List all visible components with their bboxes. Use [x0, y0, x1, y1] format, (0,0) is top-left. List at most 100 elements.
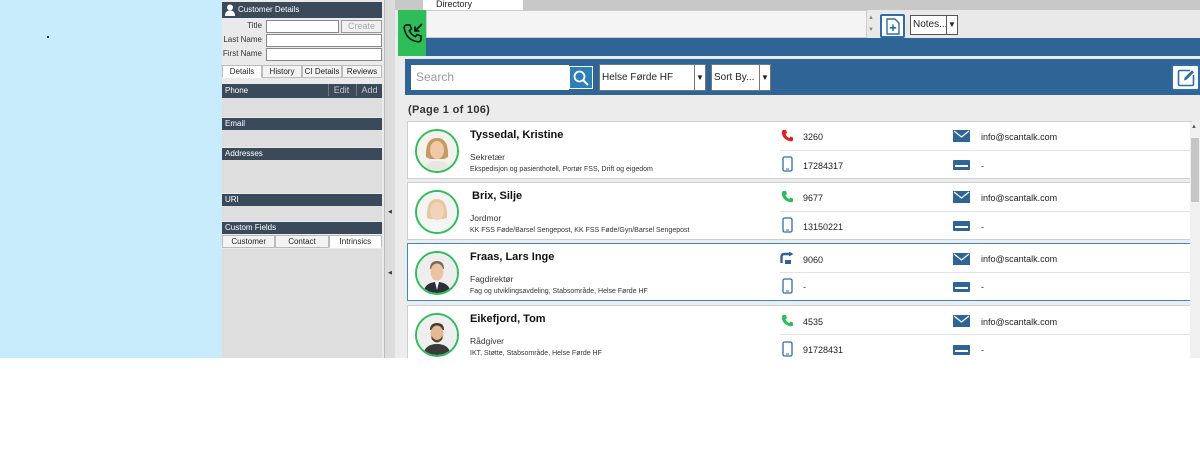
contacts-scrollbar[interactable]: ▲	[1190, 122, 1200, 358]
extension-number[interactable]: 3260	[803, 132, 823, 142]
panel-splitter[interactable]: ◀ ◀	[384, 0, 395, 358]
contact-name: Brix, Silje	[472, 190, 523, 202]
desktop-background	[0, 0, 222, 358]
scroll-up-icon[interactable]: ▲	[1191, 124, 1197, 130]
contact-title: Fagdirektør	[470, 274, 514, 284]
organization-select[interactable]: Helse Førde HF ▼	[599, 64, 706, 91]
row-divider	[780, 272, 1193, 273]
avatar	[415, 190, 459, 234]
notes-select-value: Notes...	[913, 19, 948, 30]
phone-edit-button[interactable]: Edit	[328, 84, 354, 96]
contact-card[interactable]: Eikefjord, Tom Rådgiver IKT, Støtte, Sta…	[407, 305, 1193, 358]
organization-value: Helse Førde HF	[602, 72, 674, 83]
fax-icon	[953, 345, 970, 355]
call-forward-icon	[780, 252, 794, 264]
last-name-row: Last Name	[222, 34, 382, 48]
email-icon	[953, 315, 970, 327]
fax-number: -	[981, 282, 984, 292]
contact-card[interactable]: Brix, Silje Jordmor KK FSS Føde/Barsel S…	[407, 182, 1193, 240]
mobile-icon	[782, 278, 793, 294]
tab-reviews[interactable]: Reviews	[342, 65, 382, 78]
search-icon	[573, 70, 589, 86]
customer-details-title: Customer Details	[238, 5, 300, 14]
title-field[interactable]	[266, 20, 339, 33]
mobile-number[interactable]: -	[803, 282, 806, 292]
addresses-header: Addresses	[222, 148, 382, 160]
mobile-icon	[782, 217, 793, 233]
phone-available-icon	[781, 315, 793, 327]
call-control-button[interactable]	[398, 10, 426, 56]
customer-details-panel: Customer Details Title Create Last Name …	[222, 0, 384, 358]
search-input[interactable]: Search	[410, 64, 570, 91]
header-bar	[426, 38, 1200, 56]
tab-history[interactable]: History	[262, 65, 302, 78]
last-name-label: Last Name	[223, 35, 262, 44]
phone-add-button[interactable]: Add	[356, 84, 382, 96]
phone-header: Phone Edit Add	[222, 84, 382, 98]
fax-number: -	[981, 222, 984, 232]
fax-number: -	[981, 161, 984, 171]
scrollbar-thumb[interactable]	[1191, 138, 1199, 202]
extension-number[interactable]: 9060	[803, 255, 823, 265]
contact-department: Ekspedisjon og pasienthotell, Portør FSS…	[470, 166, 653, 173]
notes-select[interactable]: Notes... ▼	[910, 15, 958, 35]
row-divider	[780, 150, 1193, 151]
contact-name: Tyssedal, Kristine	[470, 129, 564, 141]
contact-card-selected[interactable]: Fraas, Lars Inge Fagdirektør Fag og utvi…	[407, 243, 1193, 301]
first-name-field[interactable]	[266, 48, 382, 61]
contact-department: KK FSS Føde/Barsel Sengepost, KK FSS Fød…	[470, 227, 690, 234]
tab-directory[interactable]: Directory	[423, 0, 523, 10]
page-info: (Page 1 of 106)	[408, 104, 491, 116]
phone-header-label: Phone	[225, 86, 249, 95]
mobile-number[interactable]: 17284317	[803, 161, 843, 171]
title-label: Title	[247, 21, 262, 30]
scroll-up-icon: ▲	[868, 15, 874, 21]
add-note-button[interactable]	[880, 14, 905, 38]
extension-number[interactable]: 4535	[803, 317, 823, 327]
desktop-dot	[47, 36, 49, 38]
contact-card[interactable]: Tyssedal, Kristine Sekretær Ekspedisjon …	[407, 121, 1193, 179]
incoming-call-icon	[403, 23, 423, 43]
chevron-down-icon: ▼	[759, 65, 770, 90]
avatar	[415, 251, 459, 295]
email-address[interactable]: info@scantalk.com	[981, 193, 1057, 203]
chevron-down-icon: ▼	[694, 65, 705, 90]
email-icon	[953, 253, 970, 265]
tab-details[interactable]: Details	[222, 65, 262, 78]
contact-department: Fag og utviklingsavdeling, Stabsområde, …	[470, 288, 648, 295]
search-button[interactable]	[569, 66, 593, 89]
email-address[interactable]: info@scantalk.com	[981, 254, 1057, 264]
phone-busy-icon	[781, 130, 793, 142]
customer-tabs: Details History CI Details Reviews	[222, 65, 382, 78]
row-divider	[780, 211, 1193, 212]
avatar	[415, 313, 459, 357]
contact-title: Sekretær	[470, 152, 505, 162]
custom-fields-header: Custom Fields	[222, 222, 382, 234]
extension-number[interactable]: 9677	[803, 193, 823, 203]
title-row: Title Create	[222, 20, 382, 34]
notes-scroll[interactable]: ▲ ▼	[867, 12, 875, 36]
email-icon	[953, 130, 970, 142]
phone-available-icon	[781, 191, 793, 203]
notes-textarea[interactable]	[426, 10, 867, 38]
tab-customer[interactable]: Customer	[222, 235, 276, 248]
create-button[interactable]: Create	[341, 20, 382, 33]
contact-title: Jordmor	[470, 213, 502, 223]
email-address[interactable]: info@scantalk.com	[981, 132, 1057, 142]
mobile-number[interactable]: 13150221	[803, 222, 843, 232]
tab-contact[interactable]: Contact	[275, 235, 329, 248]
tab-intrinsics[interactable]: Intrinsics	[328, 235, 382, 248]
mobile-number[interactable]: 91728431	[803, 345, 843, 355]
custom-fields-content	[222, 249, 382, 358]
edit-button[interactable]	[1171, 64, 1200, 91]
sort-select[interactable]: Sort By... ▼	[711, 64, 771, 91]
email-address[interactable]: info@scantalk.com	[981, 317, 1057, 327]
email-icon	[953, 191, 970, 203]
contact-department: IKT, Støtte, Stabsområde, Helse Førde HF	[470, 350, 602, 357]
sort-value: Sort By...	[714, 72, 755, 83]
tab-ci-details[interactable]: CI Details	[302, 65, 342, 78]
scroll-down-icon: ▼	[868, 27, 874, 33]
avatar	[415, 129, 459, 173]
custom-fields-tabs: Customer Contact Intrinsics	[222, 235, 382, 248]
last-name-field[interactable]	[266, 34, 382, 47]
